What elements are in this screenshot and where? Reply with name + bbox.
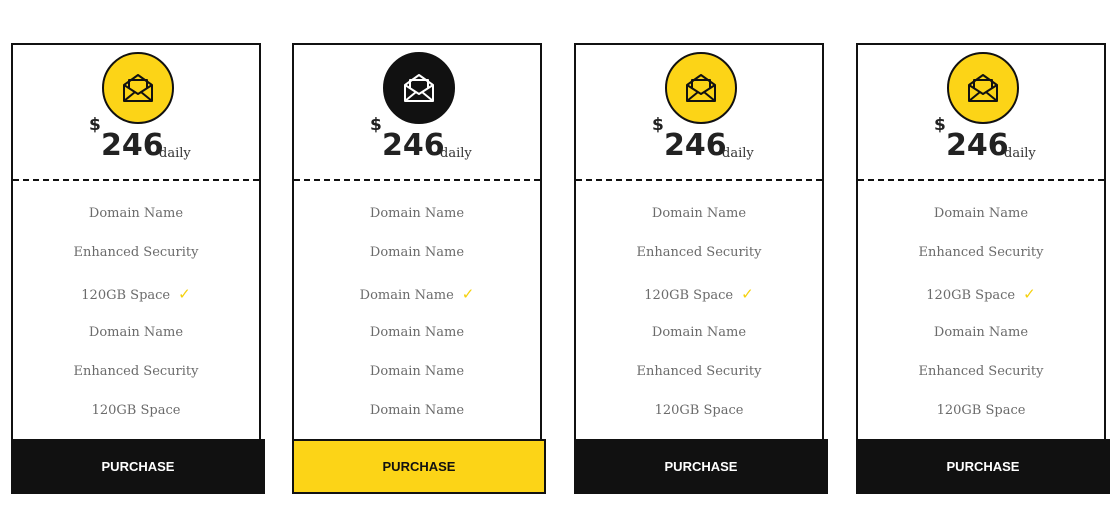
feature-label: Enhanced Security (636, 364, 762, 379)
feature-label: Domain Name (369, 403, 465, 418)
feature-label: Domain Name (369, 206, 465, 221)
checkmark-icon: ✓ (178, 285, 191, 303)
feature-label: Domain Name (88, 325, 184, 340)
price-unit: daily (440, 146, 472, 161)
dashed-divider (13, 179, 259, 181)
feature-item: Domain Name (13, 206, 259, 221)
feature-item: 120GB Space (858, 403, 1104, 418)
feature-label: Domain Name (88, 206, 184, 221)
currency-symbol: $ (934, 115, 946, 135)
feature-item: Enhanced Security (13, 364, 259, 379)
price-amount: 246 (382, 128, 445, 163)
feature-label: Enhanced Security (636, 245, 762, 260)
dashed-divider (576, 179, 822, 181)
purchase-button[interactable]: PURCHASE (856, 439, 1110, 494)
price-amount: 246 (946, 128, 1009, 163)
feature-item: Domain Name (294, 325, 540, 340)
price-unit: daily (722, 146, 754, 161)
feature-item: Enhanced Security (858, 364, 1104, 379)
pricing-card: BASIC $ 246 daily Domain Name Enhanced S… (856, 43, 1110, 494)
feature-label: Domain Name (369, 245, 465, 260)
feature-item: Domain Name (294, 403, 540, 418)
feature-item: 120GB Space ✓ (13, 285, 259, 303)
feature-label: 120GB Space (91, 403, 181, 418)
feature-label: 120GB Space (644, 288, 734, 303)
envelope-open-icon (966, 73, 1000, 103)
plan-badge (102, 52, 174, 124)
feature-item: Domain Name ✓ (294, 285, 540, 303)
feature-label: Enhanced Security (73, 245, 199, 260)
feature-item: 120GB Space ✓ (576, 285, 822, 303)
feature-label: Domain Name (651, 206, 747, 221)
purchase-button[interactable]: PURCHASE (11, 439, 265, 494)
feature-item: Domain Name (858, 206, 1104, 221)
checkmark-icon: ✓ (461, 285, 475, 303)
plan-badge (947, 52, 1019, 124)
feature-label: 120GB Space (81, 288, 171, 303)
feature-item: Enhanced Security (858, 245, 1104, 260)
feature-item: Domain Name (858, 325, 1104, 340)
feature-label: 120GB Space (926, 288, 1016, 303)
feature-item: Enhanced Security (13, 245, 259, 260)
feature-item: 120GB Space (13, 403, 259, 418)
feature-item: 120GB Space ✓ (858, 285, 1104, 303)
envelope-open-icon (121, 73, 155, 103)
envelope-open-icon (684, 73, 718, 103)
feature-item: Enhanced Security (576, 245, 822, 260)
feature-label: Domain Name (369, 325, 465, 340)
currency-symbol: $ (89, 115, 101, 135)
price-unit: daily (1004, 146, 1036, 161)
currency-symbol: $ (370, 115, 382, 135)
dashed-divider (858, 179, 1104, 181)
feature-label: Domain Name (933, 206, 1029, 221)
checkmark-icon: ✓ (1023, 285, 1036, 303)
feature-item: Domain Name (294, 245, 540, 260)
checkmark-icon: ✓ (741, 285, 754, 303)
feature-item: Domain Name (294, 364, 540, 379)
price-amount: 246 (101, 128, 164, 163)
price-amount: 246 (664, 128, 727, 163)
plan-badge (383, 52, 455, 124)
feature-item: Domain Name (13, 325, 259, 340)
feature-label: Domain Name (651, 325, 747, 340)
feature-label: Domain Name (933, 325, 1029, 340)
feature-label: Enhanced Security (73, 364, 199, 379)
dashed-divider (294, 179, 540, 181)
feature-item: Domain Name (294, 206, 540, 221)
price-unit: daily (159, 146, 191, 161)
currency-symbol: $ (652, 115, 664, 135)
feature-label: Domain Name (369, 364, 465, 379)
feature-label: 120GB Space (654, 403, 744, 418)
feature-label: 120GB Space (936, 403, 1026, 418)
feature-item: Enhanced Security (576, 364, 822, 379)
purchase-button[interactable]: PURCHASE (574, 439, 828, 494)
purchase-button[interactable]: PURCHASE (292, 439, 546, 494)
feature-item: Domain Name (576, 206, 822, 221)
feature-label: Enhanced Security (918, 364, 1044, 379)
envelope-open-icon (402, 73, 436, 103)
feature-item: 120GB Space (576, 403, 822, 418)
feature-label: Enhanced Security (918, 245, 1044, 260)
feature-label: Domain Name (359, 288, 454, 303)
pricing-card: BASIC $ 246 daily Domain Name Domain Nam… (292, 43, 546, 494)
pricing-card: BASIC $ 246 daily Domain Name Enhanced S… (574, 43, 828, 494)
feature-item: Domain Name (576, 325, 822, 340)
pricing-card: BASIC $ 246 daily Domain Name Enhanced S… (11, 43, 265, 494)
plan-badge (665, 52, 737, 124)
